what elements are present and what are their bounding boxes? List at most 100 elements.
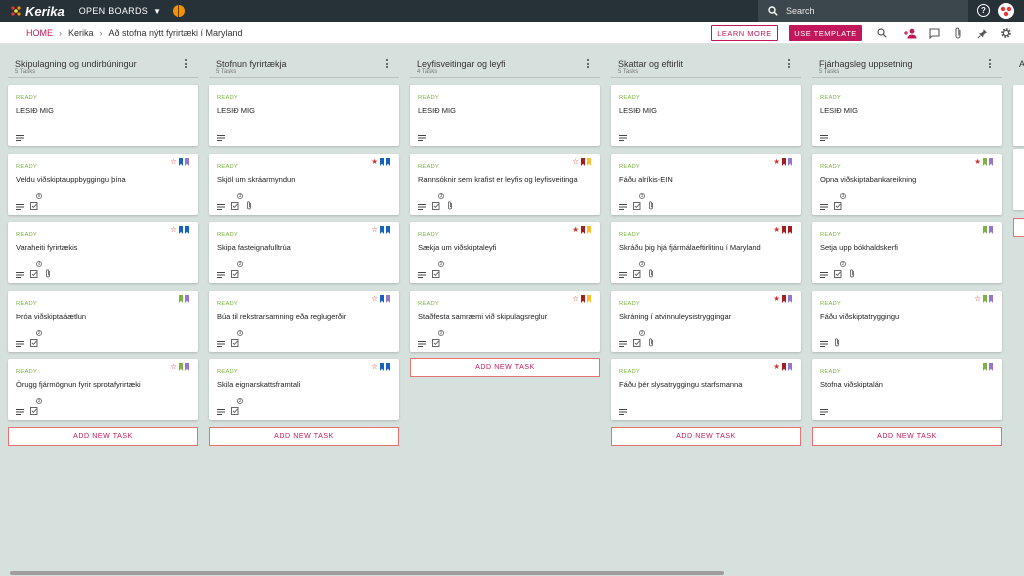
column-menu-icon[interactable] xyxy=(386,59,389,69)
column-title[interactable]: Leyfisveitingar og leyfi xyxy=(417,59,506,69)
star-filled-icon[interactable]: ★ xyxy=(974,158,981,166)
task-card[interactable]: READY Fáðu viðskiptatryggingu ☆ xyxy=(812,291,1002,352)
task-icons: 2 xyxy=(217,261,246,283)
basketball-icon[interactable] xyxy=(173,5,186,17)
task-status: READY xyxy=(16,164,37,170)
task-card[interactable]: READY Þróa viðskiptaáætlun 2 xyxy=(8,291,198,352)
column-menu-icon[interactable] xyxy=(989,59,992,69)
checklist-count: 4 xyxy=(36,260,42,267)
task-card[interactable]: READY Skila eignarskattsframtali ☆ 2 xyxy=(209,359,399,420)
task-card[interactable]: READY Rannsóknir sem krafist er leyfis og… xyxy=(410,154,600,215)
star-filled-icon[interactable]: ★ xyxy=(773,158,780,166)
star-outline-icon[interactable]: ☆ xyxy=(572,295,579,303)
star-outline-icon[interactable]: ☆ xyxy=(170,226,177,234)
star-outline-icon[interactable]: ☆ xyxy=(170,363,177,371)
task-card[interactable]: READY Opna viðskiptabankareikning ★ 3 xyxy=(812,154,1002,215)
next-column-peek[interactable]: A xyxy=(1019,59,1024,69)
add-new-task-button[interactable]: ADD NEW TASK xyxy=(611,427,801,446)
checklist-icon: 3 xyxy=(834,193,846,215)
task-card[interactable]: READY Örugg fjármögnun fyrir sprotafyrirt… xyxy=(8,359,198,420)
use-template-button[interactable]: USE TEMPLATE xyxy=(789,25,862,41)
breadcrumb-workspace[interactable]: Kerika xyxy=(68,28,94,38)
column-menu-icon[interactable] xyxy=(788,59,791,69)
add-new-task-button[interactable]: ADD NEW TASK xyxy=(410,358,600,377)
task-card[interactable]: READY Fáðu þér slysatryggingu starfsmanna… xyxy=(611,359,801,420)
star-filled-icon[interactable]: ★ xyxy=(371,158,378,166)
description-icon xyxy=(16,128,24,146)
task-icons: 2 xyxy=(418,261,447,283)
task-card[interactable]: READY Veldu viðskiptauppbyggingu þína ☆ 6 xyxy=(8,154,198,215)
task-card[interactable]: READY LESIÐ MIG xyxy=(812,85,1002,146)
top-bar: Kerika OPEN BOARDS ▼ Search ? xyxy=(0,0,1024,22)
chevron-down-icon: ▼ xyxy=(153,6,162,16)
task-card[interactable]: READY Sækja um viðskiptaleyfi ★ 2 xyxy=(410,222,600,283)
task-card[interactable]: READY Skráðu þig hjá fjármálaeftirlitinu … xyxy=(611,222,801,283)
breadcrumb-home[interactable]: HOME xyxy=(26,28,53,38)
star-outline-icon[interactable]: ☆ xyxy=(371,295,378,303)
task-name: Skráning í atvinnuleysistryggingar xyxy=(619,312,732,321)
task-status: READY xyxy=(820,232,841,238)
task-card[interactable]: READY Stofna viðskiptalán xyxy=(812,359,1002,420)
next-column-add-peek[interactable] xyxy=(1013,218,1024,237)
task-name: Skjöl um skráarmyndun xyxy=(217,175,296,184)
open-boards-menu[interactable]: OPEN BOARDS ▼ xyxy=(79,6,162,16)
tag-bookmark-icon xyxy=(185,295,189,303)
task-card[interactable]: READY Fáðu alríkis-EIN ★ 3 xyxy=(611,154,801,215)
column-menu-icon[interactable] xyxy=(185,59,188,69)
task-card[interactable]: READY Skráning í atvinnuleysistryggingar ★… xyxy=(611,291,801,352)
kerika-logo[interactable]: Kerika xyxy=(10,4,65,19)
avatar[interactable] xyxy=(998,3,1014,19)
learn-more-button[interactable]: LEARN MORE xyxy=(711,25,778,41)
task-status: READY xyxy=(820,95,841,101)
task-status: READY xyxy=(619,369,640,375)
next-column-card-peek[interactable] xyxy=(1013,149,1024,210)
task-card[interactable]: READY Varaheiti fyrirtækis ☆ 4 xyxy=(8,222,198,283)
pin-icon[interactable] xyxy=(975,26,989,40)
search-board-icon[interactable] xyxy=(875,26,889,40)
checklist-icon: 3 xyxy=(30,398,42,420)
search-input[interactable]: Search xyxy=(758,0,968,22)
task-name: Fáðu alríkis-EIN xyxy=(619,175,673,184)
add-person-icon[interactable] xyxy=(903,26,917,40)
task-name: Örugg fjármögnun fyrir sprotafyrirtæki xyxy=(16,380,141,389)
task-card[interactable]: READY Staðfesta samræmi við skipulagsregl… xyxy=(410,291,600,352)
star-filled-icon[interactable]: ★ xyxy=(773,295,780,303)
task-card[interactable]: READY LESIÐ MIG xyxy=(209,85,399,146)
task-card[interactable]: READY Setja upp bókhaldskerfi 2 xyxy=(812,222,1002,283)
star-filled-icon[interactable]: ★ xyxy=(572,226,579,234)
horizontal-scrollbar[interactable] xyxy=(10,571,724,575)
star-outline-icon[interactable]: ☆ xyxy=(371,363,378,371)
task-card[interactable]: READY LESIÐ MIG xyxy=(410,85,600,146)
column-title[interactable]: Stofnun fyrirtækja xyxy=(216,59,287,69)
help-icon[interactable]: ? xyxy=(977,4,990,17)
task-card[interactable]: READY Skjöl um skráarmyndun ★ 3 xyxy=(209,154,399,215)
next-column-card-peek[interactable] xyxy=(1013,85,1024,146)
gear-icon[interactable] xyxy=(999,26,1013,40)
star-outline-icon[interactable]: ☆ xyxy=(974,295,981,303)
star-outline-icon[interactable]: ☆ xyxy=(371,226,378,234)
task-flags: ★ xyxy=(369,158,390,166)
task-card[interactable]: READY Skipa fasteignafulltrúa ☆ 2 xyxy=(209,222,399,283)
star-outline-icon[interactable]: ☆ xyxy=(572,158,579,166)
star-filled-icon[interactable]: ★ xyxy=(773,226,780,234)
task-name: Sækja um viðskiptaleyfi xyxy=(418,243,497,252)
description-icon xyxy=(820,402,828,420)
description-icon xyxy=(619,334,627,352)
column-title[interactable]: Fjárhagsleg uppsetning xyxy=(819,59,913,69)
task-card[interactable]: READY LESIÐ MIG xyxy=(8,85,198,146)
column-title[interactable]: Skattar og eftirlit xyxy=(618,59,683,69)
column-title[interactable]: Skipulagning og undirbúningur xyxy=(15,59,137,69)
column-menu-icon[interactable] xyxy=(587,59,590,69)
chat-icon[interactable] xyxy=(927,26,941,40)
task-card[interactable]: READY Búa til rekstrarsamning eða regluge… xyxy=(209,291,399,352)
add-new-task-button[interactable]: ADD NEW TASK xyxy=(209,427,399,446)
tag-bookmark-icon xyxy=(185,363,189,371)
tag-bookmark-icon xyxy=(989,295,993,303)
attachment-icon[interactable] xyxy=(951,26,965,40)
task-card[interactable]: READY LESIÐ MIG xyxy=(611,85,801,146)
add-new-task-button[interactable]: ADD NEW TASK xyxy=(8,427,198,446)
task-icons: 3 xyxy=(418,193,459,215)
add-new-task-button[interactable]: ADD NEW TASK xyxy=(812,427,1002,446)
star-filled-icon[interactable]: ★ xyxy=(773,363,780,371)
star-outline-icon[interactable]: ☆ xyxy=(170,158,177,166)
